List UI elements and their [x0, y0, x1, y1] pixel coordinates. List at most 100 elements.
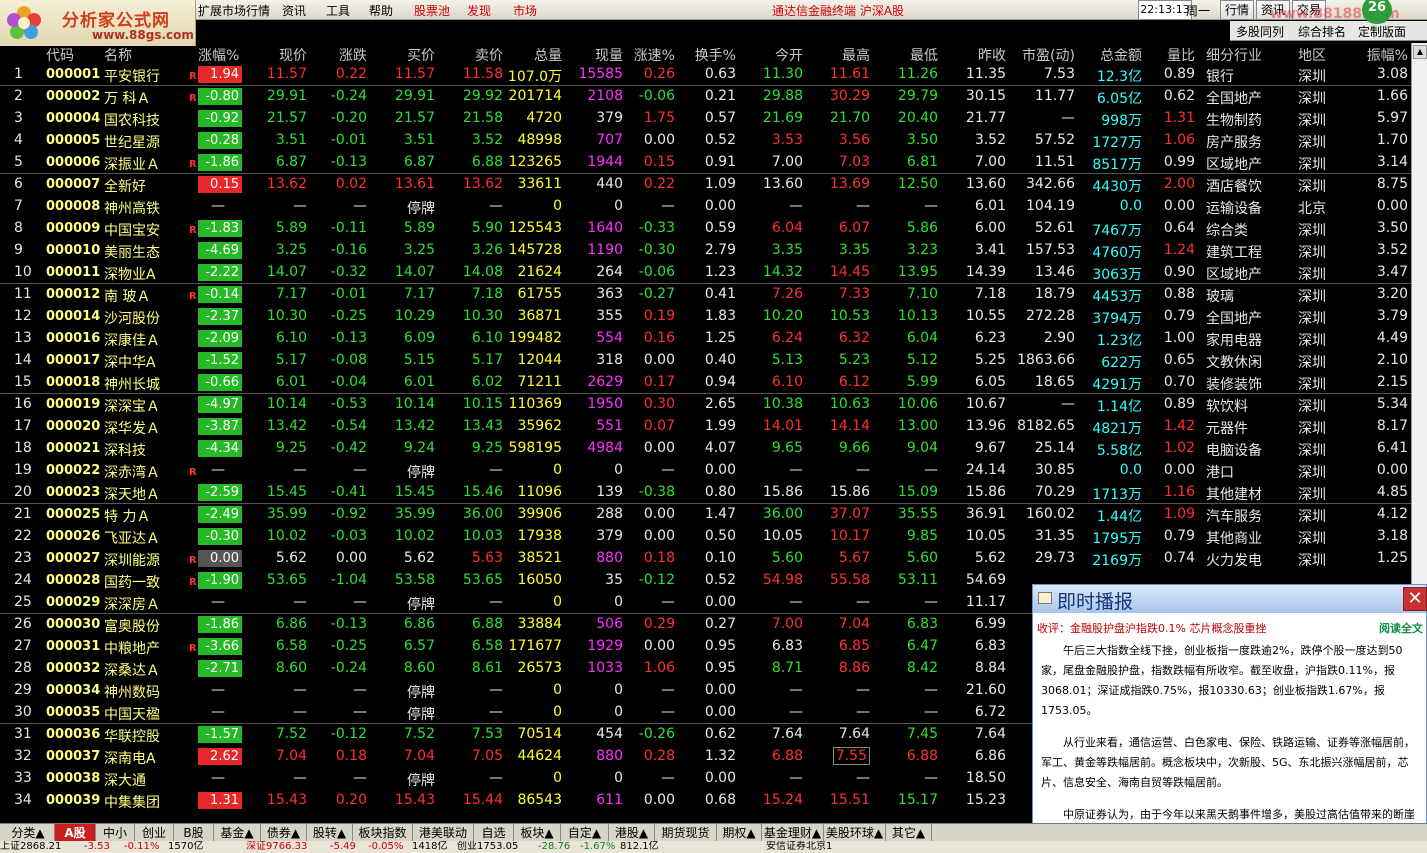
tab-5[interactable]: 基金▲	[214, 824, 261, 842]
stock-code[interactable]: 000020	[46, 419, 100, 434]
table-row[interactable]: 8 000009 中国宝安 R -1.83 5.89 -0.11 5.89 5.90 125543…	[0, 218, 1411, 240]
tab-9[interactable]: 港美联动	[413, 824, 474, 842]
stock-name[interactable]: 中粮地产	[104, 638, 160, 658]
tab-6[interactable]: 债券▲	[261, 824, 307, 842]
custom-layout-button[interactable]: 定制版面	[1358, 23, 1406, 40]
tab-0[interactable]: 分类▲	[2, 824, 55, 842]
news-panel-titlebar[interactable]: 即时播报 ✕	[1033, 585, 1427, 613]
stock-code[interactable]: 000029	[46, 595, 100, 610]
stock-code[interactable]: 000032	[46, 661, 100, 676]
stock-name[interactable]: 中国天楹	[104, 704, 160, 724]
stock-code[interactable]: 000037	[46, 749, 100, 764]
table-row[interactable]: 23 000027 深圳能源 R 0.00 5.62 0.00 5.62 5.63 38521 88…	[0, 548, 1411, 570]
tab-3[interactable]: 创业	[135, 824, 174, 842]
column-header[interactable]: 细分行业	[1206, 45, 1262, 65]
stock-code[interactable]: 000011	[46, 265, 100, 280]
stock-code[interactable]: 000026	[46, 529, 100, 544]
stock-code[interactable]: 000030	[46, 617, 100, 632]
stock-name[interactable]: 飞亚达Ａ	[104, 528, 160, 548]
stock-name[interactable]: 万 科Ａ	[104, 88, 150, 108]
tab-10[interactable]: 自选	[474, 824, 514, 842]
stock-name[interactable]: 深赤湾Ａ	[104, 462, 160, 482]
table-row[interactable]: 6 000007 全新好 0.15 13.62 0.02 13.61 13.62 33611 44…	[0, 174, 1411, 196]
stock-code[interactable]: 000023	[46, 485, 100, 500]
stock-name[interactable]: 全新好	[104, 176, 146, 196]
column-header[interactable]: 总量	[534, 45, 562, 65]
stock-code[interactable]: 000014	[46, 309, 100, 324]
table-row[interactable]: 9 000010 美丽生态 -4.69 3.25 -0.16 3.25 3.26 145728 1…	[0, 240, 1411, 262]
column-header[interactable]: 现价	[279, 45, 307, 65]
stock-code[interactable]: 000004	[46, 111, 100, 126]
table-row[interactable]: 20 000023 深天地Ａ -2.59 15.45 -0.41 15.45 15.46 110…	[0, 482, 1411, 504]
stock-code[interactable]: 000018	[46, 375, 100, 390]
stock-name[interactable]: 深圳能源	[104, 550, 160, 570]
stock-code[interactable]: 000017	[46, 353, 100, 368]
tab-17[interactable]: 美股环球▲	[824, 824, 886, 842]
tab-14[interactable]: 期货现货	[655, 824, 717, 842]
table-row[interactable]: 18 000021 深科技 -4.34 9.25 -0.42 9.24 9.25 598195 4…	[0, 438, 1411, 460]
read-full-article-link[interactable]: 阅读全文	[1379, 620, 1423, 636]
stock-name[interactable]: 平安银行	[104, 66, 160, 86]
stock-code[interactable]: 000002	[46, 89, 100, 104]
stock-name[interactable]: 深深宝Ａ	[104, 396, 160, 416]
column-header[interactable]: 总金额	[1100, 45, 1142, 65]
column-header[interactable]: 昨收	[978, 45, 1006, 65]
column-header[interactable]: 名称	[104, 45, 132, 65]
table-row[interactable]: 12 000014 沙河股份 -2.37 10.30 -0.25 10.29 10.30 368…	[0, 306, 1411, 328]
stock-code[interactable]: 000031	[46, 639, 100, 654]
tab-4[interactable]: B股	[174, 824, 214, 842]
stock-name[interactable]: 中国宝安	[104, 220, 160, 240]
stock-name[interactable]: 国农科技	[104, 110, 160, 130]
menu-item[interactable]: 扩展市场行情	[198, 2, 270, 19]
stock-code[interactable]: 000036	[46, 727, 100, 742]
menu-item[interactable]: 发现	[467, 2, 491, 19]
column-header[interactable]: 换手%	[695, 45, 736, 65]
stock-code[interactable]: 000006	[46, 155, 100, 170]
stock-name[interactable]: 深深房Ａ	[104, 594, 160, 614]
table-row[interactable]: 17 000020 深华发Ａ -3.87 13.42 -0.54 13.42 13.43 359…	[0, 416, 1411, 438]
table-row[interactable]: 1 000001 平安银行 R 1.94 11.57 0.22 11.57 11.58 107.0…	[0, 64, 1411, 86]
stock-code[interactable]: 000021	[46, 441, 100, 456]
stock-code[interactable]: 000009	[46, 221, 100, 236]
column-header[interactable]: 市盈(动)	[1022, 45, 1075, 65]
column-header[interactable]: 量比	[1167, 45, 1195, 65]
column-header[interactable]: 振幅%	[1367, 45, 1408, 65]
column-header[interactable]: 卖价	[475, 45, 503, 65]
menu-item[interactable]: 工具	[326, 2, 350, 19]
multi-stock-view-button[interactable]: 多股同列	[1236, 23, 1284, 40]
stock-code[interactable]: 000012	[46, 287, 100, 302]
column-header[interactable]: 最高	[842, 45, 870, 65]
stock-name[interactable]: 中集集团	[104, 792, 160, 812]
comprehensive-ranking-button[interactable]: 综合排名	[1298, 23, 1346, 40]
stock-code[interactable]: 000025	[46, 507, 100, 522]
table-row[interactable]: 22 000026 飞亚达Ａ -0.30 10.02 -0.03 10.02 10.03 179…	[0, 526, 1411, 548]
stock-code[interactable]: 000005	[46, 133, 100, 148]
stock-code[interactable]: 000027	[46, 551, 100, 566]
stock-name[interactable]: 南 玻Ａ	[104, 286, 150, 306]
news-headline[interactable]: 收评：金融股护盘沪指跌0.1% 芯片概念股重挫	[1037, 620, 1266, 636]
stock-name[interactable]: 深华发Ａ	[104, 418, 160, 438]
column-header[interactable]: 最低	[910, 45, 938, 65]
tab-12[interactable]: 自定▲	[561, 824, 609, 842]
table-row[interactable]: 4 000005 世纪星源 -0.28 3.51 -0.01 3.51 3.52 48998 70…	[0, 130, 1411, 152]
column-header[interactable]: 现量	[595, 45, 623, 65]
menu-item[interactable]: 帮助	[369, 2, 393, 19]
table-row[interactable]: 11 000012 南 玻Ａ R -0.14 7.17 -0.01 7.17 7.18 61755…	[0, 284, 1411, 306]
stock-name[interactable]: 深大通	[104, 770, 146, 790]
table-row[interactable]: 16 000019 深深宝Ａ -4.97 10.14 -0.53 10.14 10.15 110…	[0, 394, 1411, 416]
stock-name[interactable]: 美丽生态	[104, 242, 160, 262]
stock-name[interactable]: 深天地Ａ	[104, 484, 160, 504]
stock-code[interactable]: 000001	[46, 67, 100, 82]
tab-7[interactable]: 股转▲	[307, 824, 353, 842]
stock-code[interactable]: 000034	[46, 683, 100, 698]
stock-name[interactable]: 深南电A	[104, 748, 156, 768]
stock-code[interactable]: 000010	[46, 243, 100, 258]
stock-name[interactable]: 神州高铁	[104, 198, 160, 218]
stock-name[interactable]: 神州长城	[104, 374, 160, 394]
scroll-up-icon[interactable]: ▲	[1413, 45, 1427, 59]
table-row[interactable]: 15 000018 神州长城 -0.66 6.01 -0.04 6.01 6.02 71211 2…	[0, 372, 1411, 394]
table-row[interactable]: 2 000002 万 科Ａ R -0.80 29.91 -0.24 29.91 29.92 201…	[0, 86, 1411, 108]
stock-code[interactable]: 000008	[46, 199, 100, 214]
table-row[interactable]: 13 000016 深康佳Ａ -2.09 6.10 -0.13 6.09 6.10 199482…	[0, 328, 1411, 350]
tab-15[interactable]: 期权▲	[717, 824, 762, 842]
